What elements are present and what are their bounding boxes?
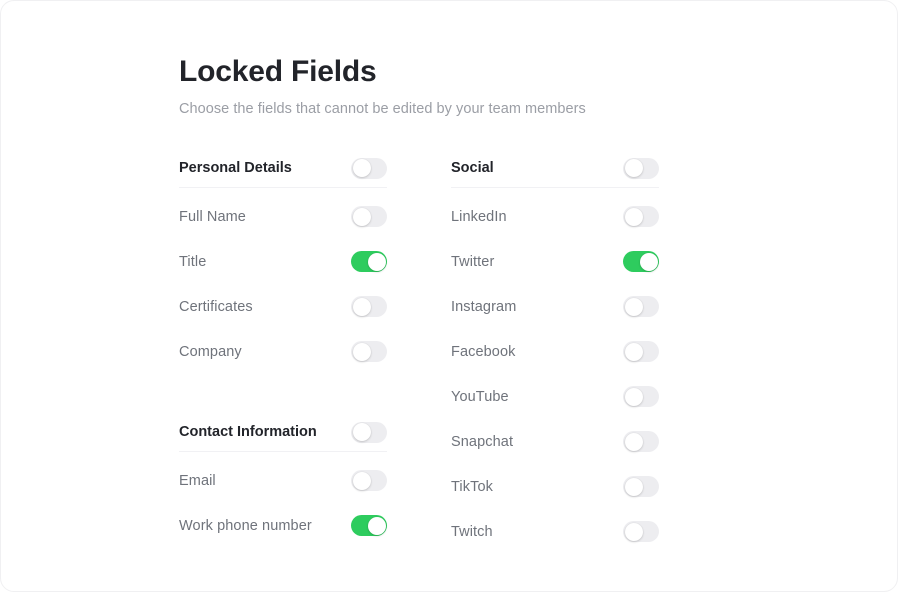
toggle-knob	[352, 159, 371, 177]
toggle-facebook[interactable]	[623, 341, 659, 362]
toggle-knob	[624, 207, 643, 226]
field-row-tiktok: TikTok	[451, 464, 659, 509]
toggle-title[interactable]	[351, 251, 387, 272]
field-row-linkedin: LinkedIn	[451, 194, 659, 239]
field-label: Certificates	[179, 298, 253, 315]
field-label: Title	[179, 253, 207, 270]
field-label: Work phone number	[179, 517, 312, 534]
toggle-knob	[367, 516, 386, 535]
page-header: Locked Fields Choose the fields that can…	[179, 53, 799, 119]
field-row-youtube: YouTube	[451, 374, 659, 419]
field-row-email: Email	[179, 458, 387, 503]
settings-columns: Personal Details Full Name Title Certifi…	[179, 149, 879, 554]
toggle-certificates[interactable]	[351, 296, 387, 317]
toggle-knob	[624, 522, 643, 541]
toggle-knob	[352, 207, 371, 226]
field-row-work-phone-number: Work phone number	[179, 503, 387, 548]
toggle-snapchat[interactable]	[623, 431, 659, 452]
toggle-tiktok[interactable]	[623, 476, 659, 497]
toggle-twitch[interactable]	[623, 521, 659, 542]
toggle-twitter[interactable]	[623, 251, 659, 272]
field-label: Full Name	[179, 208, 246, 225]
section-header-contact-information: Contact Information	[179, 413, 387, 452]
field-label: Instagram	[451, 298, 517, 315]
toggle-knob	[352, 423, 371, 441]
section-label: Contact Information	[179, 424, 317, 440]
toggle-email[interactable]	[351, 470, 387, 491]
section-header-social: Social	[451, 149, 659, 188]
section-label: Personal Details	[179, 160, 292, 176]
field-row-facebook: Facebook	[451, 329, 659, 374]
field-label: Snapchat	[451, 433, 514, 450]
column-left: Personal Details Full Name Title Certifi…	[179, 149, 387, 554]
toggle-knob	[352, 297, 371, 316]
toggle-knob	[367, 252, 386, 271]
toggle-social[interactable]	[623, 157, 659, 179]
field-label: YouTube	[451, 388, 509, 405]
field-row-certificates: Certificates	[179, 284, 387, 329]
toggle-linkedin[interactable]	[623, 206, 659, 227]
section-label: Social	[451, 160, 494, 176]
toggle-work-phone-number[interactable]	[351, 515, 387, 536]
field-row-instagram: Instagram	[451, 284, 659, 329]
field-row-snapchat: Snapchat	[451, 419, 659, 464]
group-personal-details: Personal Details Full Name Title Certifi…	[179, 149, 387, 374]
field-label: TikTok	[451, 478, 493, 495]
field-row-twitter: Twitter	[451, 239, 659, 284]
field-row-twitch: Twitch	[451, 509, 659, 554]
group-contact-information: Contact Information Email Work phone num…	[179, 413, 387, 548]
toggle-company[interactable]	[351, 341, 387, 362]
section-header-personal-details: Personal Details	[179, 149, 387, 188]
toggle-knob	[624, 159, 643, 177]
locked-fields-card: Locked Fields Choose the fields that can…	[0, 0, 898, 592]
toggle-personal-details[interactable]	[351, 157, 387, 179]
field-row-title: Title	[179, 239, 387, 284]
field-label: LinkedIn	[451, 208, 507, 225]
toggle-contact-information[interactable]	[351, 421, 387, 443]
field-label: Twitter	[451, 253, 495, 270]
field-label: Twitch	[451, 523, 493, 540]
toggle-knob	[624, 477, 643, 496]
toggle-knob	[624, 342, 643, 361]
toggle-youtube[interactable]	[623, 386, 659, 407]
toggle-knob	[624, 387, 643, 406]
column-right: Social LinkedIn Twitter Instagram Facebo…	[451, 149, 659, 554]
toggle-full-name[interactable]	[351, 206, 387, 227]
field-row-company: Company	[179, 329, 387, 374]
field-label: Email	[179, 472, 216, 489]
field-label: Facebook	[451, 343, 516, 360]
group-social: Social LinkedIn Twitter Instagram Facebo…	[451, 149, 659, 554]
toggle-instagram[interactable]	[623, 296, 659, 317]
field-label: Company	[179, 343, 242, 360]
page-title: Locked Fields	[179, 55, 377, 88]
toggle-knob	[624, 297, 643, 316]
toggle-knob	[624, 432, 643, 451]
toggle-knob	[352, 471, 371, 490]
field-row-full-name: Full Name	[179, 194, 387, 239]
page-subtitle: Choose the fields that cannot be edited …	[179, 101, 586, 117]
toggle-knob	[352, 342, 371, 361]
toggle-knob	[639, 252, 658, 271]
